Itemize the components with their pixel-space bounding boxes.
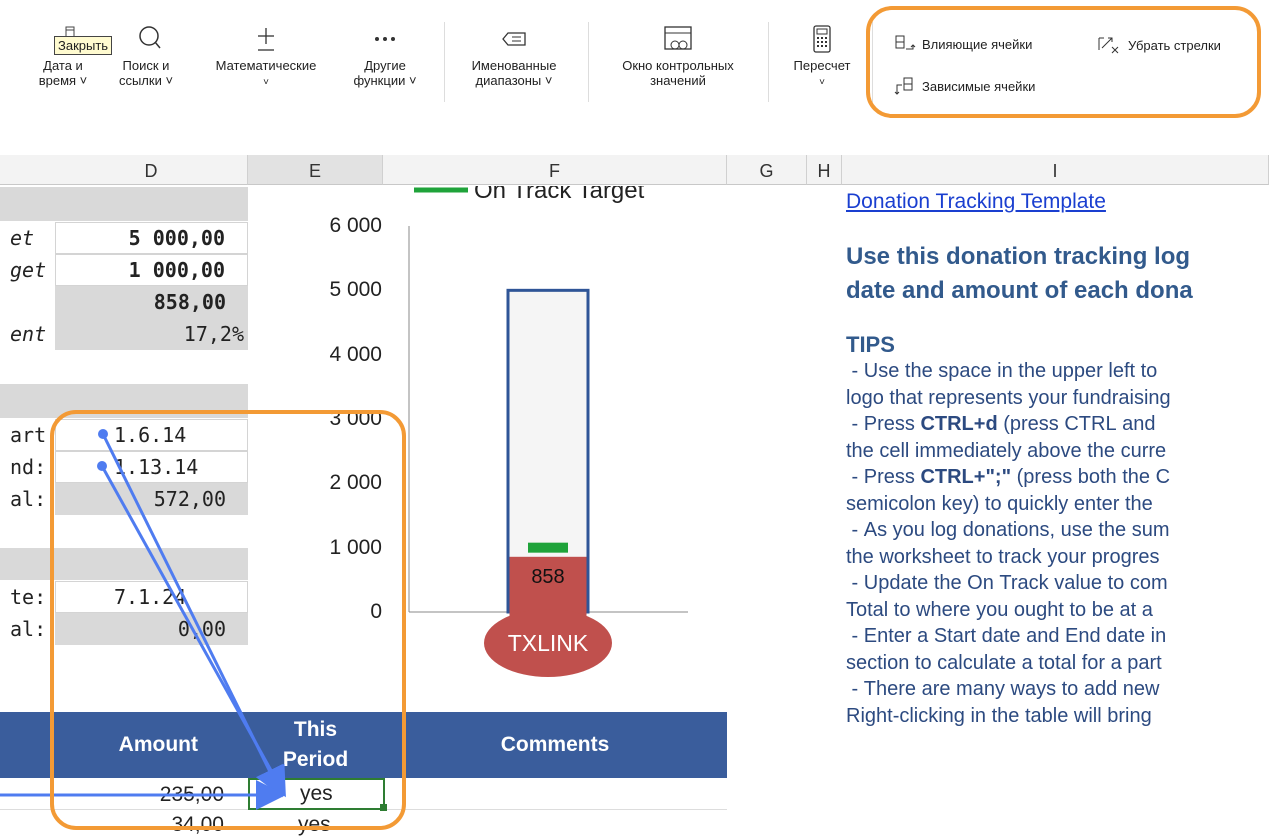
close-tooltip: Закрыть: [54, 36, 113, 55]
arrow-origin-dot: [97, 461, 107, 471]
arrow-origin-dot: [98, 429, 108, 439]
precedent-arrow-end: [100, 465, 286, 798]
trace-arrows: [0, 429, 286, 810]
